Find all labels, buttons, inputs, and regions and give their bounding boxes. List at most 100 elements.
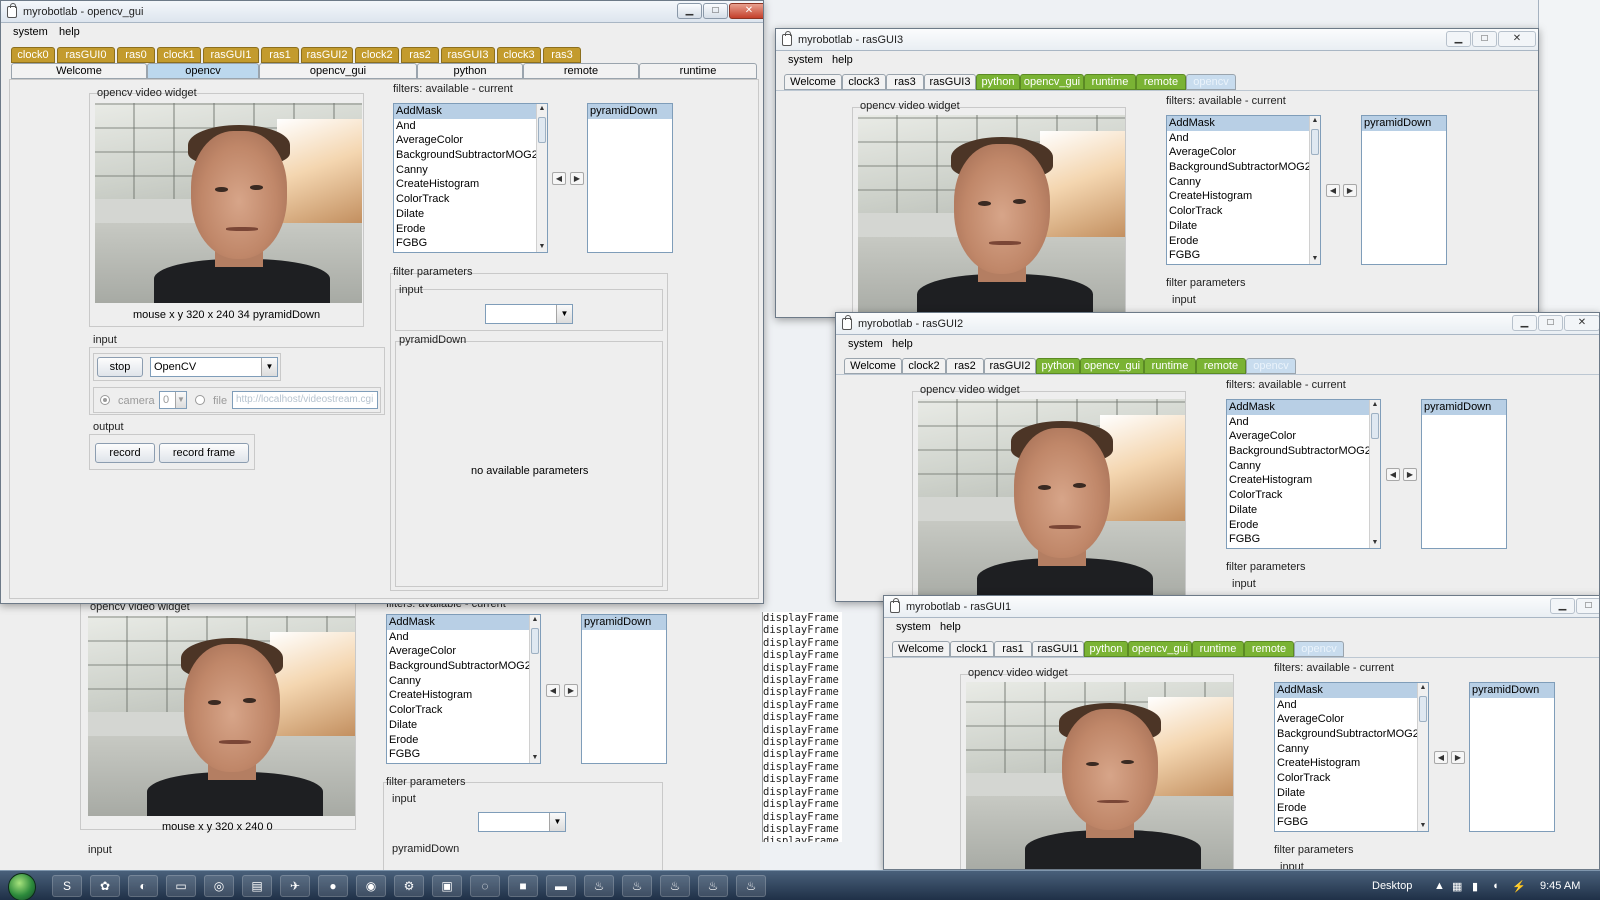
main-titlebar[interactable]: myrobotlab - opencv_gui ▁ □ ✕: [1, 1, 763, 23]
tab-remote[interactable]: remote: [1136, 74, 1186, 90]
tab-welcome[interactable]: Welcome: [892, 641, 950, 657]
java-window-2-icon[interactable]: ♨: [622, 875, 652, 897]
list-scrollbar[interactable]: ▲ ▼: [1309, 116, 1320, 264]
tab-ras1[interactable]: ras1: [261, 47, 299, 63]
list-scrollbar[interactable]: ▲ ▼: [536, 104, 547, 252]
menu-help[interactable]: help: [832, 54, 853, 66]
tab-rasgui1[interactable]: rasGUI1: [203, 47, 259, 63]
video-frame[interactable]: [966, 682, 1233, 869]
tab-welcome[interactable]: Welcome: [844, 358, 902, 374]
video-frame[interactable]: [918, 399, 1185, 601]
tab-clock1[interactable]: clock1: [157, 47, 201, 63]
filter-item[interactable]: ColorTrack: [394, 192, 547, 207]
minimize-button[interactable]: ▁: [1446, 31, 1471, 47]
java-window-4-icon[interactable]: ♨: [698, 875, 728, 897]
tab-ras1[interactable]: ras1: [994, 641, 1032, 657]
maximize-button[interactable]: □: [1538, 315, 1563, 331]
current-filter-item[interactable]: pyramidDown: [1470, 683, 1554, 698]
settings-icon[interactable]: ⚙: [394, 875, 424, 897]
filter-item[interactable]: FGBG: [394, 236, 547, 251]
menu-system[interactable]: system: [13, 26, 48, 38]
video-frame[interactable]: [88, 616, 355, 816]
menu-system[interactable]: system: [788, 54, 823, 66]
desktop-toolbar[interactable]: Desktop: [1372, 880, 1412, 892]
filter-item[interactable]: AverageColor: [1275, 712, 1428, 727]
tab-rasgui0[interactable]: rasGUI0: [57, 47, 115, 63]
maximize-button[interactable]: □: [1472, 31, 1497, 47]
tab-opencv[interactable]: opencv: [147, 63, 259, 79]
video-frame[interactable]: [95, 103, 362, 303]
tab-ras3[interactable]: ras3: [543, 47, 581, 63]
filter-item[interactable]: FGBG: [1167, 248, 1320, 263]
tab-remote[interactable]: remote: [1196, 358, 1246, 374]
current-filters-list[interactable]: pyramidDown: [1421, 399, 1507, 549]
tab-rasgui1[interactable]: rasGUI1: [1032, 641, 1084, 657]
filter-item[interactable]: Erode: [394, 222, 547, 237]
list-scrollbar[interactable]: ▲ ▼: [529, 615, 540, 763]
rasgui3-titlebar[interactable]: myrobotlab - rasGUI3 ▁ □ ✕: [776, 29, 1538, 51]
tab-ras0[interactable]: ras0: [117, 47, 155, 63]
filter-item[interactable]: CreateHistogram: [1275, 756, 1428, 771]
tab-runtime[interactable]: runtime: [1144, 358, 1196, 374]
filter-item[interactable]: BackgroundSubtractorMOG2: [1227, 444, 1380, 459]
current-filters-list[interactable]: pyramidDown: [1469, 682, 1555, 832]
current-filters-list[interactable]: pyramidDown: [581, 614, 667, 764]
tab-clock3[interactable]: clock3: [497, 47, 541, 63]
filter-item[interactable]: Dilate: [394, 207, 547, 222]
tab-remote[interactable]: remote: [523, 63, 639, 79]
tab-opencv[interactable]: opencv: [1246, 358, 1296, 374]
tray-expand-icon[interactable]: ▲: [1434, 880, 1445, 892]
video-frame[interactable]: [858, 115, 1125, 317]
add-filter-button[interactable]: ▶: [1403, 468, 1417, 481]
paint-icon[interactable]: ✿: [90, 875, 120, 897]
filter-item[interactable]: And: [1227, 415, 1380, 430]
menu-system[interactable]: system: [848, 338, 883, 350]
tab-rasgui3[interactable]: rasGUI3: [924, 74, 976, 90]
minimize-button[interactable]: ▁: [1550, 598, 1575, 614]
add-filter-button[interactable]: ▶: [570, 172, 584, 185]
available-filters-list[interactable]: AddMask And AverageColor BackgroundSubtr…: [1166, 115, 1321, 265]
remove-filter-button[interactable]: ◀: [1434, 751, 1448, 764]
network-icon[interactable]: ▦: [1452, 880, 1462, 893]
current-filter-item[interactable]: pyramidDown: [1422, 400, 1506, 415]
add-filter-button[interactable]: ▶: [1451, 751, 1465, 764]
filter-item[interactable]: Canny: [1227, 459, 1380, 474]
menu-help[interactable]: help: [59, 26, 80, 38]
list-scrollbar[interactable]: ▲ ▼: [1369, 400, 1380, 548]
filter-item[interactable]: ColorTrack: [1167, 204, 1320, 219]
filter-item[interactable]: Canny: [394, 163, 547, 178]
java-window-1-icon[interactable]: ♨: [584, 875, 614, 897]
tab-welcome[interactable]: Welcome: [11, 63, 147, 79]
remove-filter-button[interactable]: ◀: [1386, 468, 1400, 481]
tab-ras3[interactable]: ras3: [886, 74, 924, 90]
close-button[interactable]: ✕: [1498, 31, 1536, 47]
current-filters-list[interactable]: pyramidDown: [587, 103, 673, 253]
filter-item[interactable]: BackgroundSubtractorMOG2: [1167, 160, 1320, 175]
java-window-3-icon[interactable]: ♨: [660, 875, 690, 897]
filter-item[interactable]: And: [394, 119, 547, 134]
filter-item[interactable]: AverageColor: [394, 133, 547, 148]
filter-item[interactable]: CreateHistogram: [1167, 189, 1320, 204]
tab-runtime[interactable]: runtime: [639, 63, 757, 79]
remove-filter-button[interactable]: ◀: [546, 684, 560, 697]
filter-item[interactable]: And: [1167, 131, 1320, 146]
stop-button[interactable]: stop: [97, 357, 143, 377]
start-button[interactable]: [8, 873, 36, 900]
filter-item[interactable]: AddMask: [1167, 116, 1320, 131]
filter-item[interactable]: ColorTrack: [1227, 488, 1380, 503]
available-filters-list[interactable]: AddMask And AverageColor BackgroundSubtr…: [386, 614, 541, 764]
filter-item[interactable]: AddMask: [387, 615, 540, 630]
tab-python[interactable]: python: [976, 74, 1020, 90]
filter-item[interactable]: Canny: [1167, 175, 1320, 190]
filter-item[interactable]: Erode: [1275, 801, 1428, 816]
tab-runtime[interactable]: runtime: [1192, 641, 1244, 657]
remove-filter-button[interactable]: ◀: [552, 172, 566, 185]
monitor-icon[interactable]: ▣: [432, 875, 462, 897]
capture-source-select[interactable]: OpenCV ▼: [150, 357, 278, 377]
system-clock[interactable]: 9:45 AM: [1540, 880, 1580, 892]
filter-item[interactable]: Erode: [1227, 518, 1380, 533]
tab-python[interactable]: python: [1084, 641, 1128, 657]
maximize-button[interactable]: □: [703, 3, 728, 19]
filter-item[interactable]: AverageColor: [1167, 145, 1320, 160]
java-window-5-icon[interactable]: ♨: [736, 875, 766, 897]
